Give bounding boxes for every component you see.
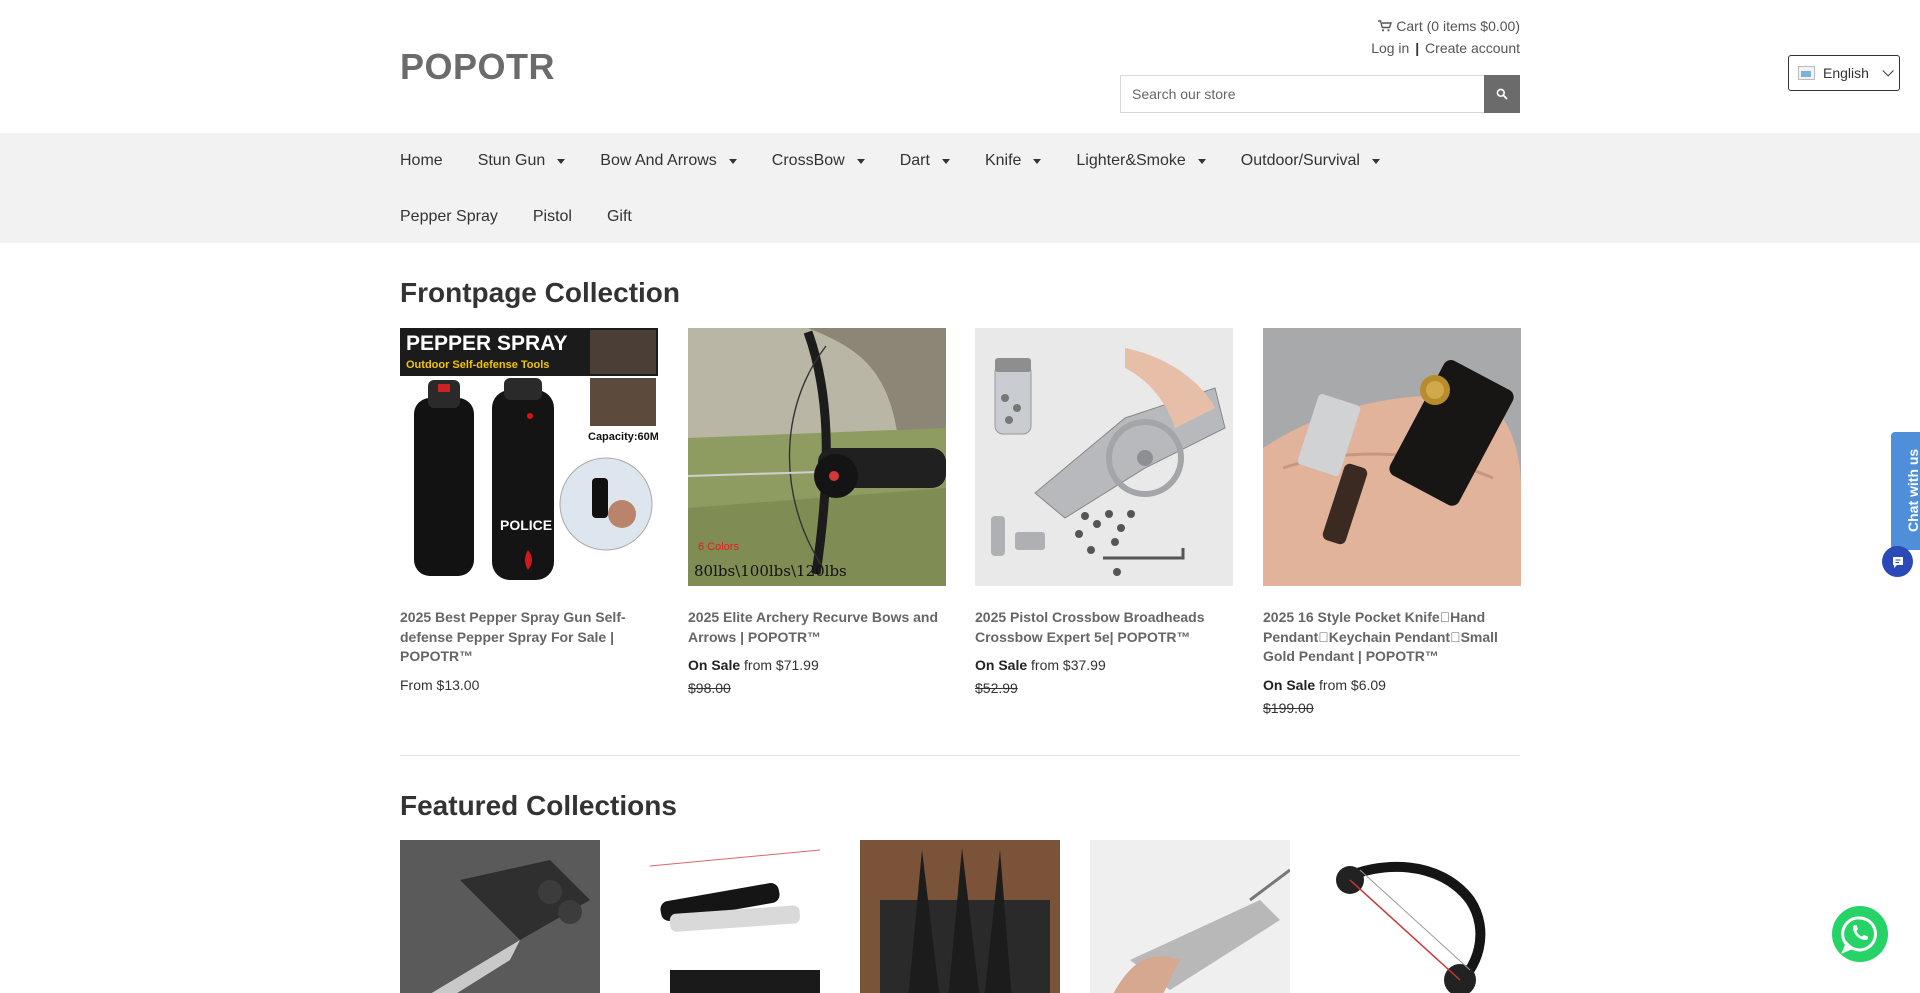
collection-image-throwing-darts[interactable] (860, 840, 1060, 993)
compare-price: $52.99 (975, 680, 1018, 696)
nav-item-knife[interactable]: Knife (984, 152, 1042, 170)
price-value: from $6.09 (1319, 676, 1386, 693)
nav-item-gift[interactable]: Gift (607, 208, 632, 226)
image-subtitle-text: Outdoor Self-defense Tools (406, 359, 549, 371)
nav-item-label: Lighter&Smoke (1076, 152, 1186, 169)
chevron-down-icon (1882, 65, 1894, 77)
nav-item-label: Home (400, 152, 443, 169)
site-logo[interactable]: POPOTR (400, 46, 555, 88)
product-price: From $13.00 (400, 675, 658, 695)
product-title[interactable]: 2025 Best Pepper Spray Gun Self-defense … (400, 608, 658, 667)
compare-price: $98.00 (688, 680, 731, 696)
price-value: From $13.00 (400, 676, 480, 693)
collection-image-crossbow[interactable] (1090, 840, 1290, 993)
caret-down-icon (1033, 158, 1042, 164)
nav-item-label: Knife (984, 152, 1022, 169)
language-label: English (1823, 65, 1869, 81)
collection-image-compound-bow[interactable] (1320, 840, 1520, 993)
nav-item-bow-and-arrows[interactable]: Bow And Arrows (600, 152, 737, 170)
nav-item-stun-gun[interactable]: Stun Gun (478, 152, 566, 170)
product-title[interactable]: 2025 16 Style Pocket Knife Hand Pendant … (1263, 608, 1521, 667)
product-image-pistol-crossbow[interactable] (975, 328, 1233, 586)
nav-item-label: Pepper Spray (400, 208, 498, 225)
cart-icon (1378, 20, 1393, 32)
nav-item-label: Bow And Arrows (600, 152, 717, 169)
image-banner-text: PEPPER SPRAY (406, 332, 567, 355)
chat-with-us-tab[interactable]: Chat with us (1891, 432, 1920, 550)
nav-item-label: Outdoor/Survival (1240, 152, 1360, 169)
chat-bubble-button[interactable] (1882, 546, 1913, 577)
on-sale-label: On Sale (1263, 676, 1316, 693)
nav-item-outdoor-survival[interactable]: Outdoor/Survival (1241, 152, 1380, 170)
price-value: from $37.99 (1031, 657, 1106, 673)
account-separator: | (1415, 40, 1420, 56)
price-value: from $71.99 (744, 657, 819, 673)
nav-item-pistol[interactable]: Pistol (533, 208, 572, 226)
collection-image-laser-pointer[interactable] (630, 840, 830, 993)
search-input[interactable] (1120, 75, 1485, 113)
image-colors-text: 6 Colors (698, 541, 739, 553)
search-icon (1496, 88, 1508, 100)
product-price: On Sale from $71.99 (688, 655, 946, 675)
nav-item-label: CrossBow (771, 152, 845, 169)
caret-down-icon (1197, 158, 1206, 164)
product-card[interactable]: 6 Colors 80lbs\100lbs\120lbs 2025 Elite … (688, 328, 946, 698)
nav-item-label: Dart (899, 152, 930, 169)
can-label-text: POLICE (500, 517, 552, 533)
product-image-pepper-spray[interactable]: PEPPER SPRAY Outdoor Self-defense Tools … (400, 328, 658, 586)
caret-down-icon (856, 158, 865, 164)
caret-down-icon (1371, 158, 1380, 164)
on-sale-label: On Sale (975, 657, 1028, 673)
nav-item-label: Pistol (532, 208, 572, 225)
frontpage-collection-title: Frontpage Collection (400, 277, 680, 308)
product-card[interactable]: 2025 Pistol Crossbow Broadheads Crossbow… (975, 328, 1233, 698)
nav-item-dart[interactable]: Dart (900, 152, 950, 170)
capacity-text: Capacity:60ML (588, 431, 658, 443)
chat-tab-label: Chat with us (1905, 448, 1920, 532)
account-links: Log in | Create account (1371, 40, 1520, 56)
compare-price: $199.00 (1263, 699, 1314, 716)
collection-image-knife[interactable] (400, 840, 600, 993)
product-title[interactable]: 2025 Pistol Crossbow Broadheads Crossbow… (975, 608, 1233, 647)
image-weights-text: 80lbs\100lbs\120lbs (694, 562, 847, 580)
flag-icon (1798, 66, 1815, 80)
chat-icon (1892, 556, 1903, 568)
product-image-pocket-knife[interactable] (1263, 328, 1521, 586)
featured-collections-title: Featured Collections (400, 790, 677, 821)
section-divider (400, 755, 1520, 756)
search-form (1120, 75, 1520, 113)
product-price: On Sale from $6.09 (1263, 675, 1521, 695)
cart-link[interactable]: Cart (0 items $0.00) (1378, 18, 1520, 34)
whatsapp-icon (1841, 916, 1877, 954)
on-sale-label: On Sale (688, 657, 741, 673)
create-account-link[interactable]: Create account (1425, 40, 1520, 56)
nav-item-label: Gift (606, 208, 632, 225)
whatsapp-button[interactable] (1832, 906, 1888, 962)
nav-item-home[interactable]: Home (400, 152, 443, 170)
nav-item-pepper-spray[interactable]: Pepper Spray (400, 208, 498, 226)
caret-down-icon (941, 158, 950, 164)
login-link[interactable]: Log in (1371, 40, 1409, 56)
product-title[interactable]: 2025 Elite Archery Recurve Bows and Arro… (688, 608, 946, 647)
nav-row-2: Pepper Spray Pistol Gift (400, 189, 667, 245)
site-header: POPOTR Cart (0 items $0.00) Log in | Cre… (0, 0, 1920, 133)
product-card[interactable]: 2025 16 Style Pocket Knife Hand Pendant … (1263, 328, 1521, 718)
cart-label: Cart (0 items $0.00) (1396, 18, 1520, 34)
language-selector[interactable]: English (1788, 55, 1900, 91)
product-image-recurve-bow[interactable]: 6 Colors 80lbs\100lbs\120lbs (688, 328, 946, 586)
product-price: On Sale from $37.99 (975, 655, 1233, 675)
nav-row-1: Home Stun Gun Bow And Arrows CrossBow Da… (400, 133, 1415, 189)
nav-item-lighter-smoke[interactable]: Lighter&Smoke (1076, 152, 1206, 170)
caret-down-icon (557, 158, 566, 164)
main-nav: Home Stun Gun Bow And Arrows CrossBow Da… (0, 133, 1920, 243)
nav-item-label: Stun Gun (477, 152, 546, 169)
caret-down-icon (728, 158, 737, 164)
product-card[interactable]: PEPPER SPRAY Outdoor Self-defense Tools … (400, 328, 658, 695)
search-button[interactable] (1484, 75, 1520, 113)
nav-item-crossbow[interactable]: CrossBow (772, 152, 865, 170)
